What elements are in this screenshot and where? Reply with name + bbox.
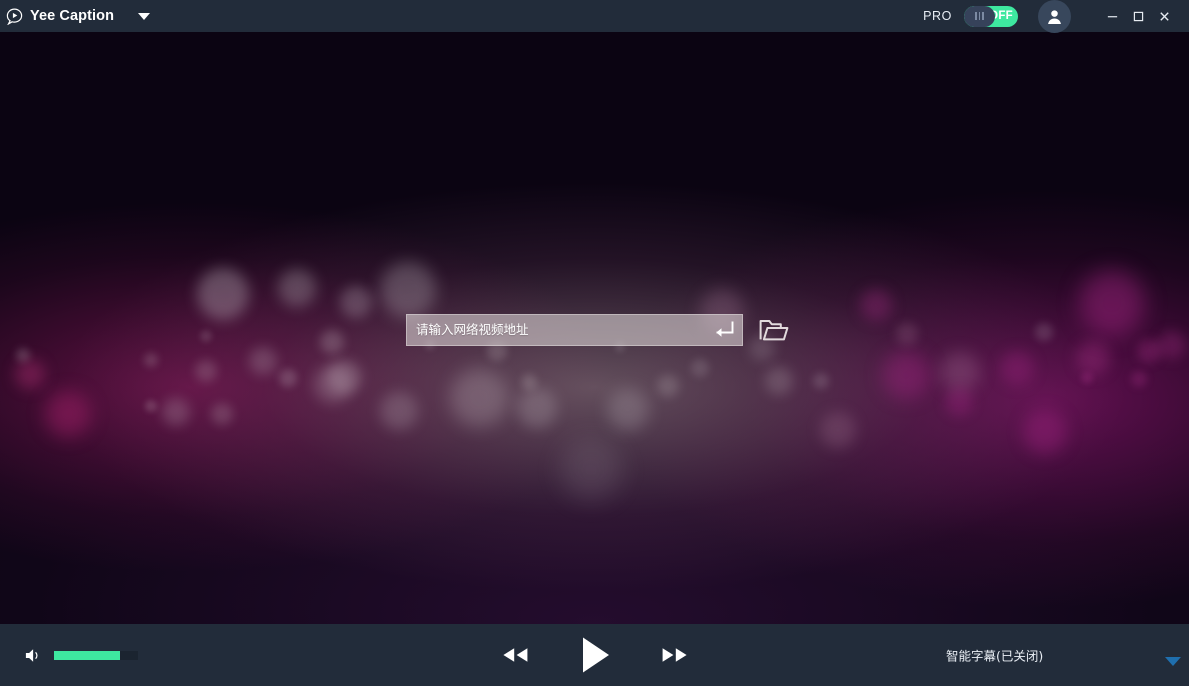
bokeh-circle <box>16 348 30 362</box>
smart-caption-status[interactable]: 智能字幕(已关闭) <box>946 646 1043 665</box>
bokeh-circle <box>813 373 829 389</box>
rewind-button[interactable] <box>500 646 530 664</box>
bokeh-circle <box>1076 341 1110 375</box>
bokeh-circle <box>896 323 918 345</box>
bokeh-circle <box>607 389 649 431</box>
chevron-down-icon[interactable] <box>138 13 150 20</box>
bokeh-circle <box>200 330 212 342</box>
bokeh-circle <box>691 359 709 377</box>
bokeh-circle <box>860 289 892 321</box>
url-input-placeholder: 请输入网络视频地址 <box>416 324 529 337</box>
bokeh-circle <box>279 369 297 387</box>
folder-open-icon[interactable] <box>757 315 791 345</box>
app-window: Yee Caption PRO OFF <box>0 0 1189 686</box>
bokeh-circle <box>945 388 973 416</box>
bokeh-circle <box>314 365 352 403</box>
play-button[interactable] <box>578 635 612 675</box>
close-icon[interactable] <box>1151 0 1177 32</box>
bokeh-circle <box>162 398 190 426</box>
bokeh-circle <box>657 375 679 397</box>
bokeh-circle <box>340 286 372 318</box>
pro-label: PRO <box>923 10 952 23</box>
bokeh-circle <box>1035 323 1053 341</box>
speaker-volume-icon[interactable] <box>24 646 43 665</box>
playback-control-bar: 智能字幕(已关闭) <box>0 624 1189 686</box>
bokeh-circle <box>450 369 508 427</box>
bokeh-circle <box>940 352 980 392</box>
app-brand: Yee Caption <box>6 0 150 32</box>
chevron-down-icon[interactable] <box>1165 657 1181 666</box>
volume-slider-fill <box>54 651 120 660</box>
maximize-icon[interactable] <box>1125 0 1151 32</box>
bokeh-circle <box>249 347 277 375</box>
volume-control <box>24 646 138 665</box>
title-bar: Yee Caption PRO OFF <box>0 0 1189 32</box>
bokeh-circle <box>1158 331 1186 359</box>
play-bubble-icon <box>6 8 23 25</box>
video-stage[interactable]: 请输入网络视频地址 <box>0 32 1189 624</box>
minimize-icon[interactable] <box>1099 0 1125 32</box>
bokeh-circle <box>197 268 249 320</box>
bokeh-circle <box>882 351 930 399</box>
user-avatar-icon[interactable] <box>1038 0 1071 33</box>
bokeh-circle <box>380 262 436 318</box>
fast-forward-button[interactable] <box>660 646 690 664</box>
window-controls <box>1099 0 1189 32</box>
bokeh-circle <box>560 439 622 501</box>
app-title: Yee Caption <box>30 9 114 24</box>
transport-controls <box>500 635 690 675</box>
bokeh-circle <box>1131 371 1147 387</box>
bokeh-circle <box>15 359 45 389</box>
bokeh-circle <box>1023 410 1067 454</box>
bokeh-circle <box>144 353 158 367</box>
bokeh-circle <box>765 367 793 395</box>
bokeh-circle <box>195 360 217 382</box>
bokeh-circle <box>320 330 344 354</box>
bokeh-circle <box>380 392 418 430</box>
enter-return-icon[interactable] <box>710 318 736 342</box>
bokeh-circle <box>211 403 233 425</box>
bokeh-circle <box>45 391 91 437</box>
bokeh-circle <box>145 400 157 412</box>
bokeh-circle <box>820 412 856 448</box>
bokeh-circle <box>521 374 537 390</box>
bokeh-circle <box>1000 351 1034 385</box>
pro-toggle-knob <box>964 6 995 27</box>
bokeh-circle <box>1081 372 1093 384</box>
open-media-row: 请输入网络视频地址 <box>406 314 791 346</box>
bokeh-circle <box>278 269 316 307</box>
title-bar-right-group: PRO OFF <box>923 0 1189 32</box>
pro-toggle[interactable]: OFF <box>964 6 1018 27</box>
bokeh-circle <box>1079 270 1145 336</box>
url-input[interactable]: 请输入网络视频地址 <box>406 314 743 346</box>
volume-slider[interactable] <box>54 651 138 660</box>
bokeh-circle <box>517 388 557 428</box>
